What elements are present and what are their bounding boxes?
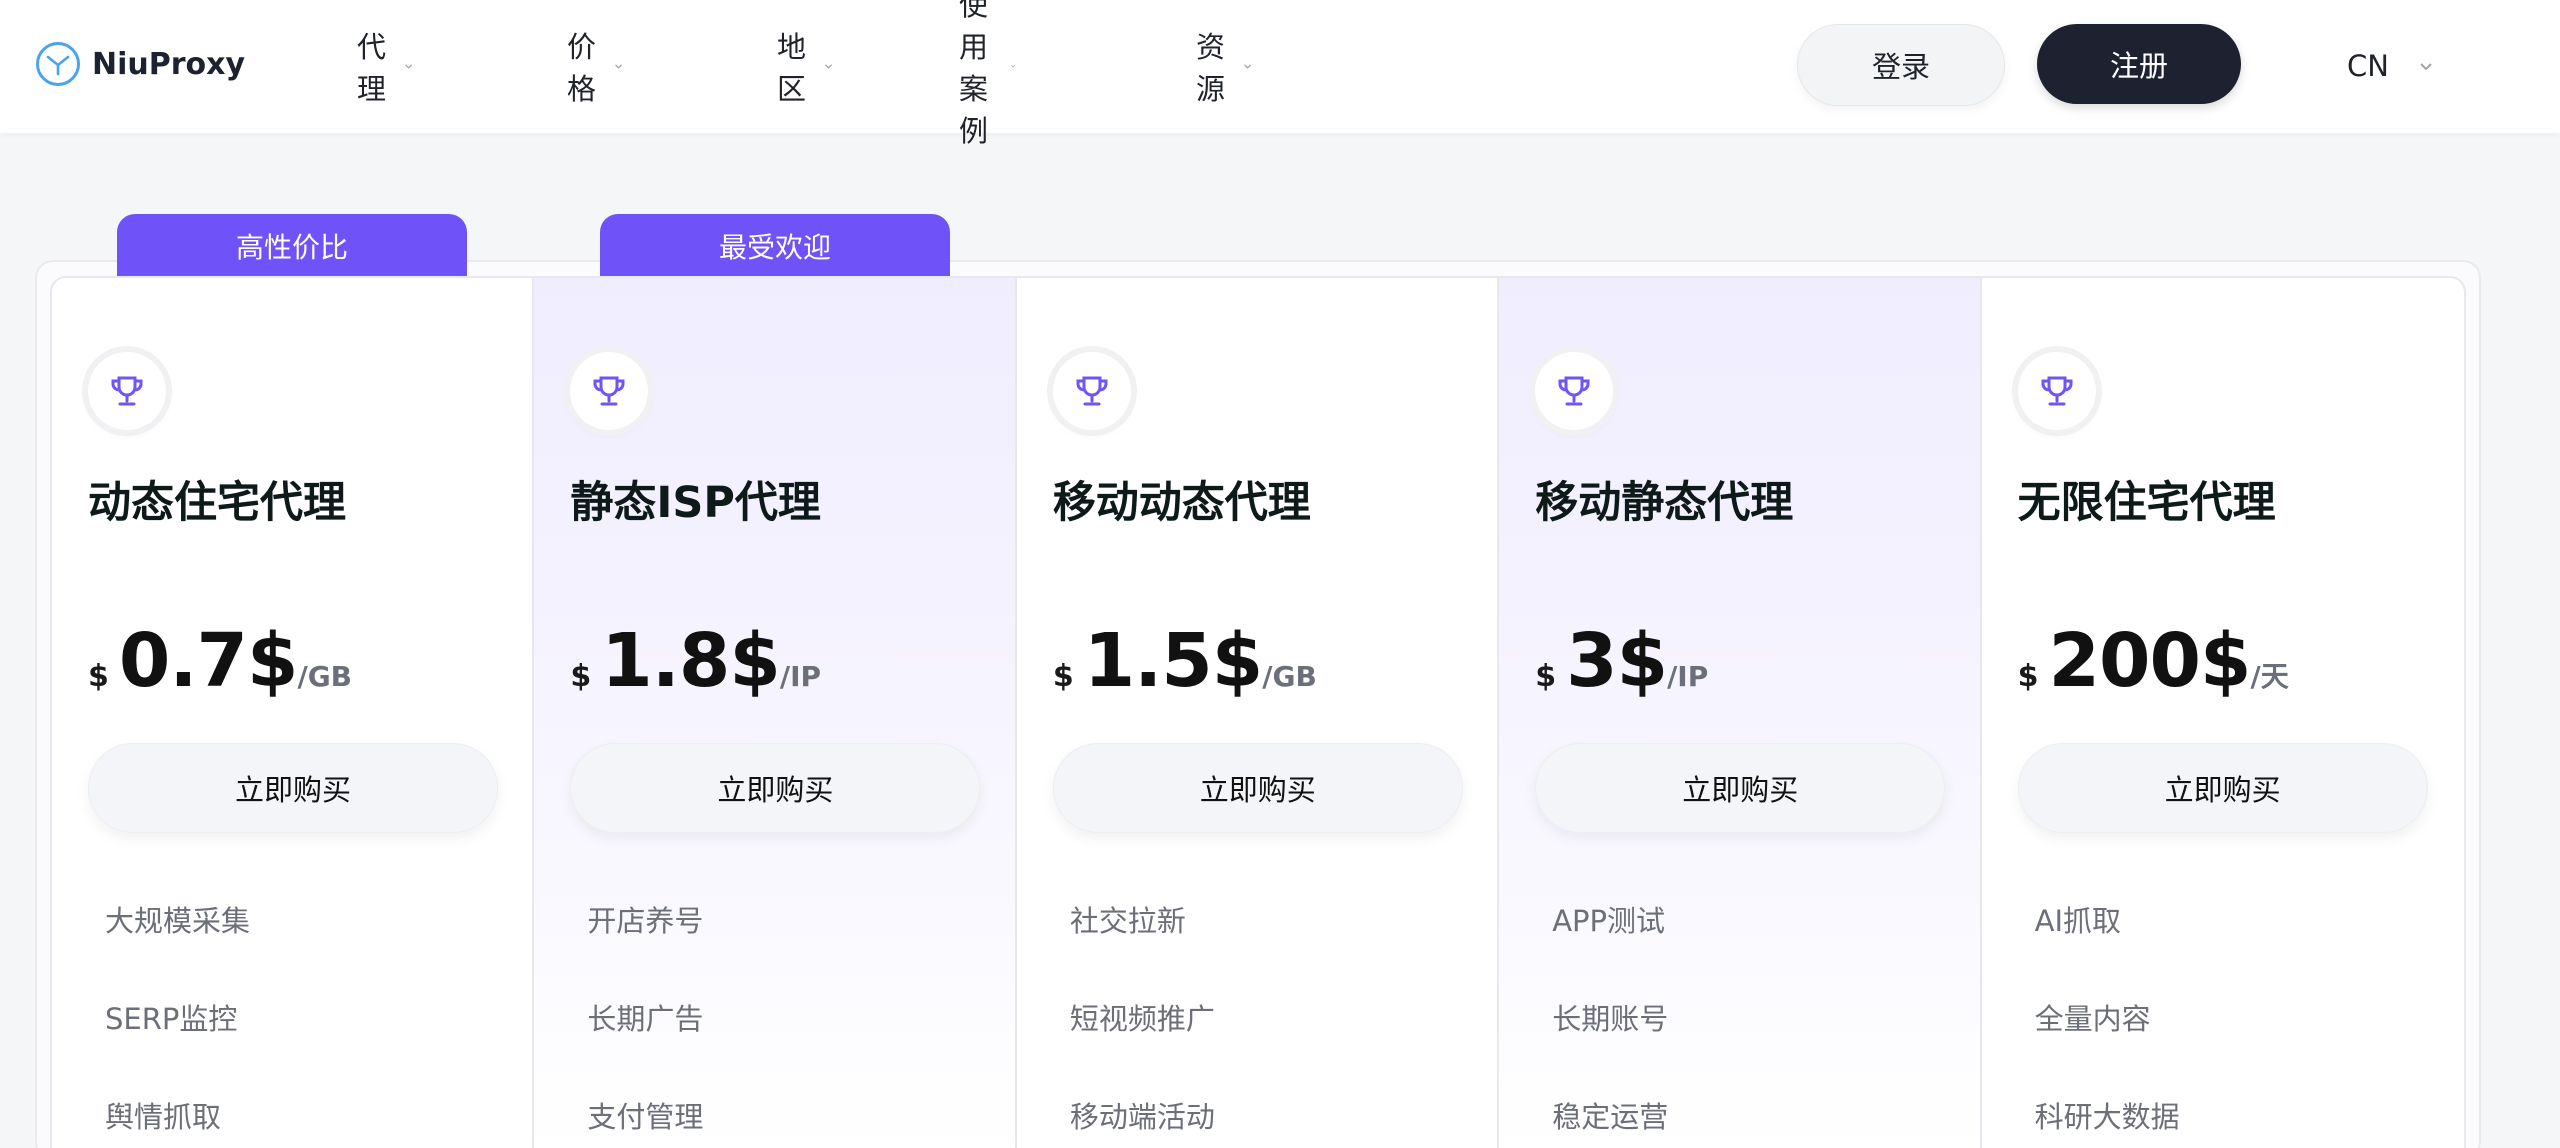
currency-symbol: $ xyxy=(88,659,109,694)
language-label: CN xyxy=(2347,49,2389,83)
chevron-down-icon xyxy=(614,64,622,69)
plan-price: $ 3$ /IP xyxy=(1535,618,1708,708)
feature-item: 科研大数据 xyxy=(2034,1100,2180,1134)
pricing-cards: 动态住宅代理 $ 0.7$ /GB 立即购买 大规模采集 SERP监控 舆情抓取… xyxy=(50,276,2466,1148)
best-value-tag: 高性价比 xyxy=(117,214,467,278)
plan-card: 动态住宅代理 $ 0.7$ /GB 立即购买 大规模采集 SERP监控 舆情抓取 xyxy=(52,278,535,1148)
feature-item: 短视频推广 xyxy=(1069,1002,1215,1036)
feature-item: SERP监控 xyxy=(105,1002,238,1036)
feature-item: 开店养号 xyxy=(587,904,704,938)
nav-item-label: 资源 xyxy=(1196,30,1226,106)
feature-item: 全量内容 xyxy=(2034,1002,2151,1036)
language-selector[interactable]: CN xyxy=(2347,44,2435,88)
price-unit: /IP xyxy=(1667,660,1709,693)
plan-title: 动态住宅代理 xyxy=(88,478,346,528)
feature-item: 长期广告 xyxy=(587,1002,704,1036)
plan-price: $ 1.8$ /IP xyxy=(570,618,821,708)
trophy-icon xyxy=(1535,352,1614,430)
price-unit: /GB xyxy=(1262,660,1317,693)
currency-symbol: $ xyxy=(1052,659,1074,694)
logo-icon xyxy=(36,42,80,86)
feature-item: 舆情抓取 xyxy=(105,1100,222,1134)
chevron-down-icon xyxy=(2420,63,2432,71)
plan-card: 无限住宅代理 $ 200$ /天 立即购买 AI抓取 全量内容 科研大数据 xyxy=(1982,278,2464,1148)
price-unit: /IP xyxy=(779,660,822,693)
plan-card: 静态ISP代理 $ 1.8$ /IP 立即购买 开店养号 长期广告 支付管理 xyxy=(534,278,1017,1148)
buy-now-button[interactable]: 立即购买 xyxy=(2017,743,2428,833)
price-amount: 3$ xyxy=(1566,618,1668,704)
nav-item-resources[interactable]: 资源 xyxy=(1196,30,1253,106)
nav-item-label: 价格 xyxy=(567,30,597,106)
nav-item-label: 地区 xyxy=(777,30,807,106)
top-navigation-bar: NiuProxy 代理 价格 地区 使用案例 资源 登录 注册 CN xyxy=(0,0,2560,148)
trophy-icon xyxy=(2017,352,2096,430)
login-button[interactable]: 登录 xyxy=(1797,24,2005,106)
brand-logo[interactable]: NiuProxy xyxy=(36,40,245,88)
feature-item: 大规模采集 xyxy=(105,904,251,938)
currency-symbol: $ xyxy=(2017,659,2039,694)
feature-item: 社交拉新 xyxy=(1069,904,1186,938)
feature-item: APP测试 xyxy=(1552,904,1666,938)
price-unit: /天 xyxy=(2250,660,2289,693)
most-popular-tag: 最受欢迎 xyxy=(600,214,950,278)
plan-title: 移动静态代理 xyxy=(1535,478,1794,528)
trophy-icon xyxy=(570,352,649,430)
buy-now-button[interactable]: 立即购买 xyxy=(1052,743,1463,833)
nav-item-pricing[interactable]: 价格 xyxy=(567,30,624,106)
chevron-down-icon xyxy=(404,64,412,69)
nav-item-regions[interactable]: 地区 xyxy=(777,30,834,106)
buy-now-button[interactable]: 立即购买 xyxy=(570,743,981,833)
chevron-down-icon xyxy=(1243,64,1251,69)
feature-item: 移动端活动 xyxy=(1069,1100,1215,1134)
price-amount: 1.5$ xyxy=(1083,618,1264,704)
chevron-down-icon xyxy=(824,64,832,69)
feature-item: 支付管理 xyxy=(587,1100,704,1134)
price-amount: 1.8$ xyxy=(601,618,781,704)
trophy-icon xyxy=(1052,352,1131,430)
plan-card: 移动动态代理 $ 1.5$ /GB 立即购买 社交拉新 短视频推广 移动端活动 xyxy=(1017,278,1500,1148)
brand-name: NiuProxy xyxy=(92,46,246,82)
nav-item-label: 代理 xyxy=(357,30,387,106)
nav-item-proxy[interactable]: 代理 xyxy=(357,30,414,106)
plan-card: 移动静态代理 $ 3$ /IP 立即购买 APP测试 长期账号 稳定运营 xyxy=(1499,278,1982,1148)
currency-symbol: $ xyxy=(1535,659,1557,694)
plan-price: $ 1.5$ /GB xyxy=(1053,618,1317,708)
price-unit: /GB xyxy=(297,660,353,693)
buy-now-button[interactable]: 立即购买 xyxy=(1535,743,1946,833)
plan-title: 无限住宅代理 xyxy=(2017,478,2276,528)
plan-title: 移动动态代理 xyxy=(1052,478,1311,528)
register-button[interactable]: 注册 xyxy=(2037,24,2241,104)
nav-item-use-cases[interactable]: 使用案例 xyxy=(959,0,1016,148)
plan-price: $ 0.7$ /GB xyxy=(88,618,352,708)
plan-title: 静态ISP代理 xyxy=(570,478,821,528)
plan-price: $ 200$ /天 xyxy=(2018,618,2289,708)
price-amount: 200$ xyxy=(2048,618,2252,704)
chevron-down-icon xyxy=(1010,65,1015,68)
feature-item: 稳定运营 xyxy=(1552,1100,1669,1134)
feature-item: AI抓取 xyxy=(2034,904,2122,938)
price-amount: 0.7$ xyxy=(118,618,299,704)
trophy-icon xyxy=(88,352,166,430)
buy-now-button[interactable]: 立即购买 xyxy=(88,743,498,833)
nav-item-label: 使用案例 xyxy=(959,0,989,148)
feature-item: 长期账号 xyxy=(1552,1002,1669,1036)
currency-symbol: $ xyxy=(570,659,592,694)
